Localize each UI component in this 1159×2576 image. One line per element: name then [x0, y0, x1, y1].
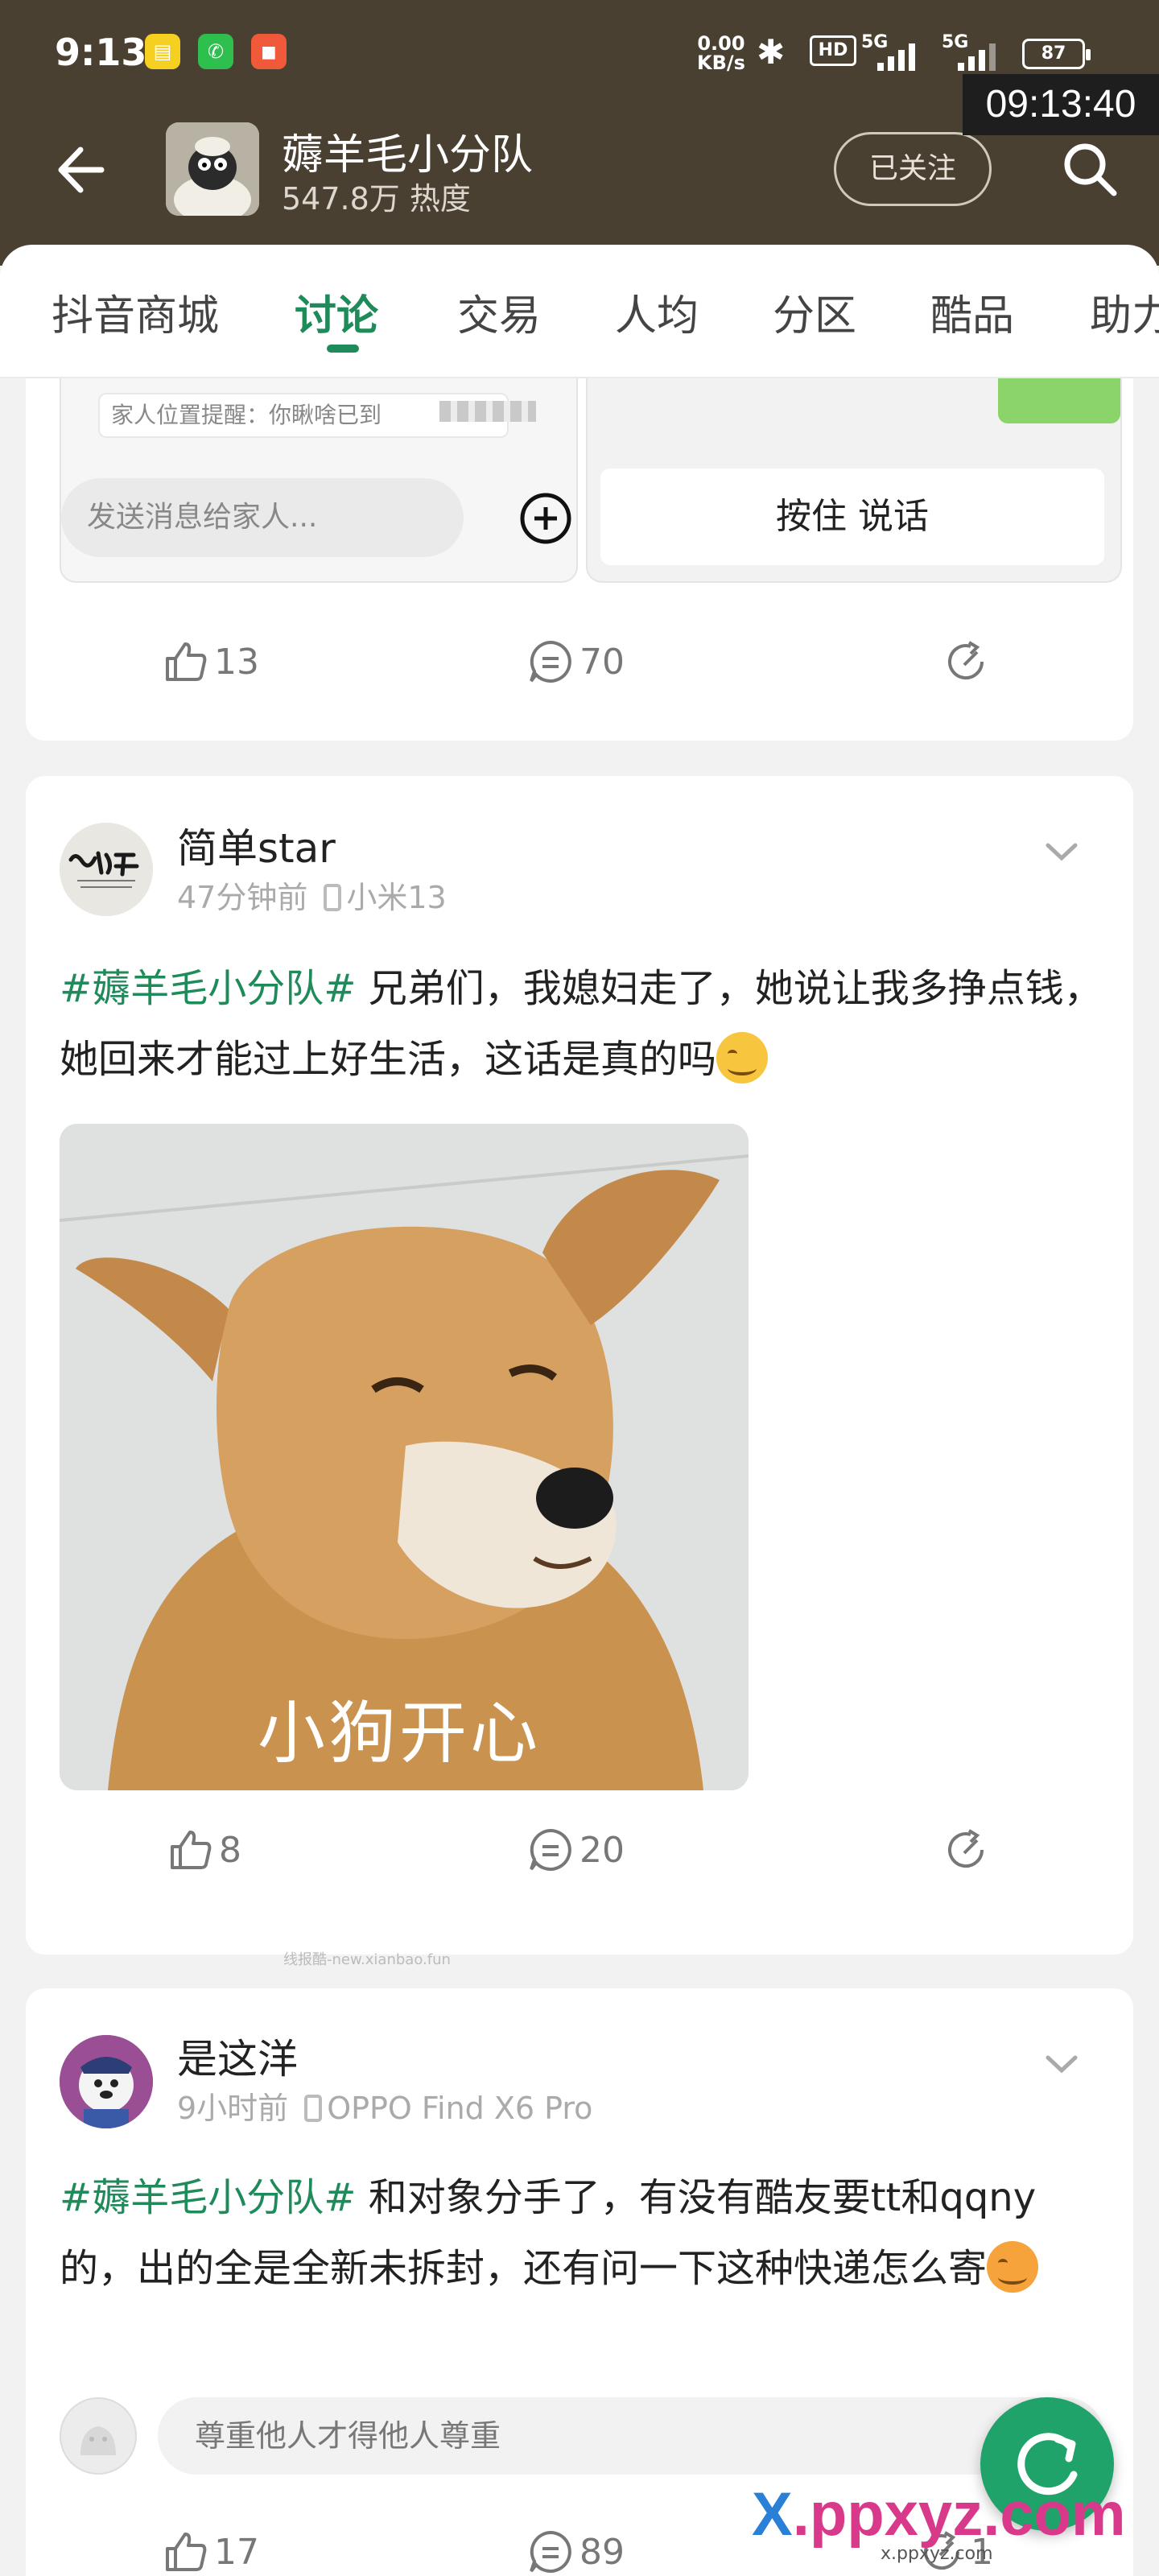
post-time: 47分钟前: [177, 880, 308, 915]
chat-green-bubble: [998, 378, 1120, 423]
thumbs-up-icon: [171, 1831, 212, 1869]
default-avatar-icon: [60, 2397, 137, 2475]
cartoon-avatar-icon: [60, 2035, 153, 2128]
my-avatar: [60, 2397, 137, 2475]
chevron-down-icon[interactable]: [1041, 2045, 1082, 2085]
post-card[interactable]: 简单star 47分钟前 小米13 #薅羊毛小分队# 兄弟们，我媳妇走了，她说让我…: [26, 776, 1133, 1955]
status-time: 9:13: [55, 31, 147, 74]
post-image[interactable]: 小狗开心: [60, 1124, 749, 1790]
chat-screenshot-left: 家人位置提醒：你瞅啥已到 发送消息给家人...: [60, 378, 578, 583]
group-heat: 547.8万 热度: [282, 181, 471, 217]
phone-app-icon: ✆: [198, 34, 233, 69]
chat-message-placeholder: 发送消息给家人...: [61, 478, 464, 557]
meme-caption: 小狗开心: [258, 1694, 542, 1773]
post-device: OPPO Find X6 Pro: [327, 2091, 593, 2126]
post-hashtag[interactable]: #薅羊毛小分队#: [60, 966, 356, 1011]
blurred-text: [439, 401, 536, 422]
overlay-clock: 09:13:40: [963, 74, 1159, 135]
tab-cool-products[interactable]: 酷品: [930, 282, 1014, 342]
group-avatar[interactable]: [166, 122, 259, 216]
tab-assist[interactable]: 助力: [1090, 282, 1159, 342]
post-card-partial: 家人位置提醒：你瞅啥已到 发送消息给家人... 按住 说话 13 70: [26, 378, 1133, 741]
comment-button[interactable]: 89: [526, 2520, 625, 2576]
site-watermark: X.ppxyz.com: [752, 2480, 1126, 2549]
author-name[interactable]: 是这洋: [177, 2027, 298, 2085]
author-name[interactable]: 简单star: [177, 816, 336, 874]
thumbs-up-icon: [166, 642, 207, 681]
notification-app-icon: ▤: [145, 34, 180, 69]
calligraphy-logo-icon: [60, 823, 153, 916]
phone-device-icon: [304, 2095, 323, 2122]
crazy-face-emoji-icon: [987, 2241, 1039, 2293]
like-count: 17: [214, 2531, 259, 2573]
chevron-down-icon[interactable]: [1041, 832, 1082, 873]
tab-trade[interactable]: 交易: [457, 282, 541, 342]
post-device: 小米13: [346, 880, 447, 915]
hold-to-talk: 按住 说话: [600, 469, 1104, 565]
thumbs-up-icon: [166, 2533, 207, 2571]
post-hashtag[interactable]: #薅羊毛小分队#: [60, 2175, 356, 2220]
share-icon: [948, 641, 984, 680]
comment-button[interactable]: 70: [526, 630, 625, 694]
follow-button[interactable]: 已关注: [834, 132, 992, 206]
tab-douyin-mall[interactable]: 抖音商城: [52, 282, 219, 342]
like-count: 13: [214, 641, 259, 683]
network-speed: 0.00 KB/s: [697, 32, 745, 74]
comment-icon: [530, 2530, 571, 2573]
post-body: #薅羊毛小分队# 和对象分手了，有没有酷友要tt和qqny的，出的全是全新未拆封…: [60, 2162, 1106, 2304]
site-watermark-sub: x.ppxyz.com: [881, 2544, 993, 2564]
like-count: 8: [219, 1829, 241, 1871]
signal-bars-icon: [877, 43, 926, 71]
plus-circle-icon: [520, 493, 571, 544]
tab-discussion[interactable]: 讨论: [295, 282, 378, 342]
comment-count: 70: [580, 641, 625, 683]
post-body: #薅羊毛小分队# 兄弟们，我媳妇走了，她说让我多挣点钱，她回来才能过上好生活，这…: [60, 953, 1106, 1095]
sheep-avatar-icon: [166, 122, 259, 216]
grin-sweat-emoji-icon: [716, 1032, 769, 1084]
battery-icon: 87: [1022, 39, 1091, 69]
share-button[interactable]: [942, 630, 995, 694]
comment-icon: [530, 1828, 571, 1871]
hd-icon: HD: [810, 35, 856, 66]
shop-app-icon: ◼: [251, 34, 287, 69]
post-actions: 8 20: [26, 1818, 1133, 1882]
author-avatar[interactable]: [60, 2035, 153, 2128]
share-icon: [948, 1829, 984, 1868]
author-avatar[interactable]: [60, 823, 153, 916]
comment-count: 89: [580, 2531, 625, 2573]
group-title: 薅羊毛小分队: [282, 131, 534, 180]
like-button[interactable]: 17: [161, 2520, 259, 2576]
tab-per-capita[interactable]: 人均: [615, 282, 699, 342]
like-button[interactable]: 8: [166, 1818, 241, 1882]
bluetooth-icon: ✱: [757, 32, 786, 72]
active-tab-indicator: [327, 345, 359, 353]
phone-device-icon: [324, 884, 342, 911]
back-arrow-icon[interactable]: [52, 142, 108, 198]
source-watermark: 线报酷-new.xianbao.fun: [283, 1951, 451, 1968]
share-button[interactable]: [942, 1818, 995, 1882]
comment-input[interactable]: 尊重他人才得他人尊重: [158, 2397, 1104, 2475]
chat-screenshot-image: 家人位置提醒：你瞅啥已到 发送消息给家人... 按住 说话: [60, 378, 1122, 583]
post-meta: 9小时前 OPPO Find X6 Pro: [177, 2083, 592, 2128]
search-icon[interactable]: [1059, 138, 1120, 200]
post-time: 9小时前: [177, 2091, 289, 2126]
like-button[interactable]: 13: [161, 630, 259, 694]
post-meta: 47分钟前 小米13: [177, 873, 447, 917]
comment-button[interactable]: 20: [526, 1818, 625, 1882]
tab-section[interactable]: 分区: [773, 282, 856, 342]
comment-count: 20: [580, 1829, 625, 1871]
tab-bar: 抖音商城 讨论 交易 人均 分区 酷品 助力: [0, 245, 1159, 378]
post-actions: 13 70: [26, 630, 1133, 694]
signal-bars-icon-2: [958, 43, 1006, 71]
comment-icon: [530, 640, 571, 683]
